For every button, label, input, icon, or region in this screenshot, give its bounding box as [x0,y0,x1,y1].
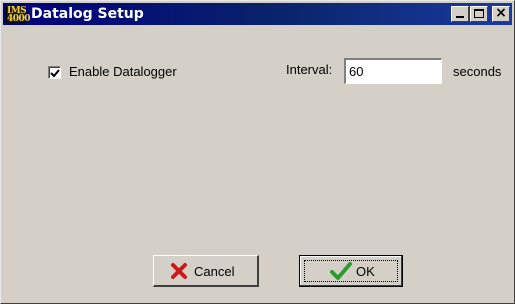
ok-button-label: OK [356,264,375,279]
minimize-button[interactable] [451,6,469,22]
window-title: Datalog Setup [31,6,144,22]
app-logo-icon[interactable]: IMS 4000 [6,5,31,24]
enable-datalogger-label[interactable]: Enable Datalogger [69,64,177,79]
interval-unit-label: seconds [453,64,502,79]
close-icon: × [495,5,507,21]
red-x-icon [171,263,187,279]
title-bar[interactable]: IMS 4000 Datalog Setup × [3,3,512,25]
minimize-icon [456,16,464,18]
cancel-button-label: Cancel [194,264,235,279]
enable-datalogger-checkbox[interactable] [48,66,61,79]
interval-label: Interval: [286,62,333,77]
close-button[interactable]: × [492,5,510,22]
interval-input[interactable] [344,58,442,84]
ok-button[interactable]: OK [299,255,403,287]
green-checkmark-icon [330,262,352,280]
maximize-icon [474,9,484,18]
maximize-button[interactable] [470,6,488,22]
datalog-setup-window: IMS 4000 Datalog Setup × Enable Datalogg… [0,0,515,304]
checkmark-icon [50,69,60,78]
cancel-button[interactable]: Cancel [153,255,259,287]
